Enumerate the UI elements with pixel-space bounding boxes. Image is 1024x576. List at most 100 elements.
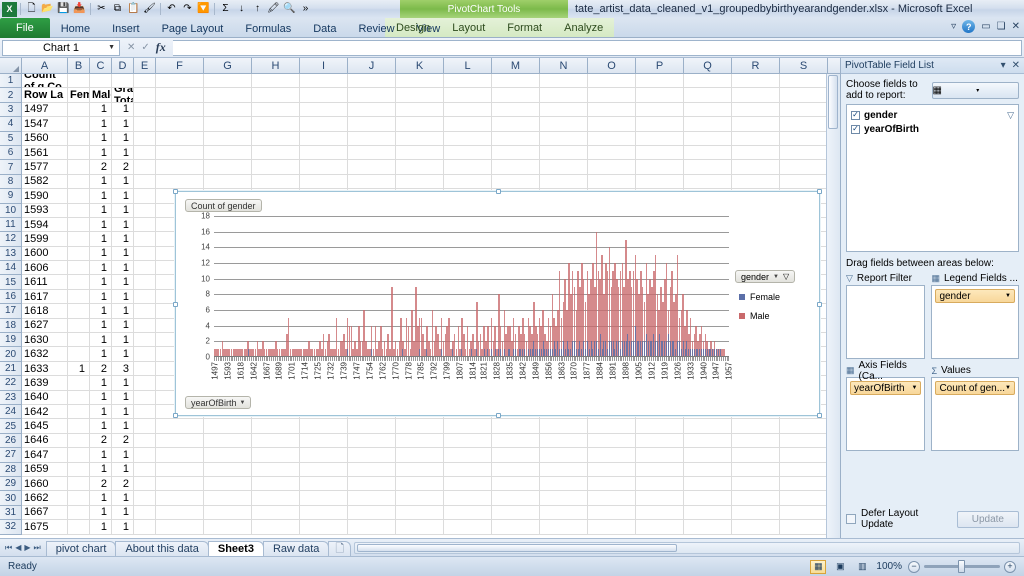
cell-G27[interactable] [204,448,252,463]
cell-C32[interactable]: 1 [90,520,112,535]
cell-P26[interactable] [636,433,684,449]
cell-O31[interactable] [588,505,636,521]
row-header-24[interactable]: 24 [0,404,22,420]
cell-E15[interactable] [134,275,156,290]
cell-J25[interactable] [348,419,396,434]
column-header-C[interactable]: C [90,58,112,73]
cell-R31[interactable] [732,505,780,521]
cell-D19[interactable]: 1 [112,333,134,348]
cell-K7[interactable] [396,160,444,175]
cell-K25[interactable] [396,419,444,434]
cell-E16[interactable] [134,289,156,305]
field-chip[interactable]: yearOfBirth ▼ [850,381,922,395]
cell-C15[interactable]: 1 [90,275,112,290]
resize-handle-top[interactable] [495,189,501,194]
cell-D21[interactable]: 3 [112,361,134,377]
column-header-S[interactable]: S [780,58,828,73]
cell-L27[interactable] [444,448,492,463]
cell-A19[interactable]: 1630 [22,333,68,348]
cell-M28[interactable] [492,462,540,477]
cell-I27[interactable] [300,448,348,463]
area-dropzone[interactable]: gender ▼ [931,285,1019,359]
row-header-8[interactable]: 8 [0,174,22,190]
cell-N30[interactable] [540,491,588,506]
cell-C8[interactable]: 1 [90,174,112,190]
cell-Q7[interactable] [684,160,732,175]
cell-D4[interactable]: 1 [112,117,134,132]
chevron-down-icon[interactable]: ▼ [1005,293,1011,299]
cell-F4[interactable] [156,117,204,132]
resize-handle-top-right[interactable] [817,189,822,194]
tab-format[interactable]: Format [496,18,553,37]
cell-J6[interactable] [348,145,396,161]
cell-I32[interactable] [300,520,348,535]
cell-L28[interactable] [444,462,492,477]
cell-K6[interactable] [396,145,444,161]
cell-Q4[interactable] [684,117,732,132]
cell-J27[interactable] [348,448,396,463]
cell-O30[interactable] [588,491,636,506]
cell-N31[interactable] [540,505,588,521]
cell-C6[interactable]: 1 [90,145,112,161]
cell-B2[interactable]: Fem [68,88,90,103]
cell-N6[interactable] [540,145,588,161]
legend-item[interactable]: Male [735,311,813,321]
cell-O3[interactable] [588,102,636,118]
cell-A2[interactable]: Row La [22,88,68,103]
cell-E29[interactable] [134,476,156,492]
minimize-ribbon-icon[interactable]: ▭ [981,21,990,32]
table-row[interactable]: 1660 2 2 [22,476,840,492]
table-row[interactable]: 1667 1 1 [22,505,840,521]
cell-E20[interactable] [134,347,156,362]
cell-N26[interactable] [540,433,588,449]
cell-Q6[interactable] [684,145,732,161]
more-icon[interactable]: » [298,2,313,17]
cell-E30[interactable] [134,491,156,506]
cell-R2[interactable] [732,88,780,103]
row-header-12[interactable]: 12 [0,232,22,247]
last-sheet-icon[interactable]: ⏭ [34,543,41,553]
cell-D32[interactable]: 1 [112,520,134,535]
cell-C10[interactable]: 1 [90,203,112,218]
horizontal-scroll-thumb[interactable] [357,543,678,552]
sheet-nav-buttons[interactable]: ⏮ ◀ ▶ ⏭ [0,543,46,553]
cell-C19[interactable]: 1 [90,333,112,348]
cell-H31[interactable] [252,505,300,521]
cell-E5[interactable] [134,131,156,146]
cell-R6[interactable] [732,145,780,161]
row-header-27[interactable]: 27 [0,448,22,463]
cell-E23[interactable] [134,390,156,405]
cell-M26[interactable] [492,433,540,449]
field-item-yearOfBirth[interactable]: ✓ yearOfBirth [851,122,1014,136]
cell-O28[interactable] [588,462,636,477]
cell-L3[interactable] [444,102,492,118]
cell-I6[interactable] [300,145,348,161]
cell-L5[interactable] [444,131,492,146]
cell-D14[interactable]: 1 [112,261,134,276]
cell-B20[interactable] [68,347,90,362]
cell-B15[interactable] [68,275,90,290]
cell-C17[interactable]: 1 [90,304,112,319]
cell-N27[interactable] [540,448,588,463]
cell-S26[interactable] [780,433,828,449]
cell-B17[interactable] [68,304,90,319]
row-header-5[interactable]: 5 [0,131,22,146]
first-sheet-icon[interactable]: ⏮ [5,543,12,553]
cell-H1[interactable] [252,74,300,89]
cell-E24[interactable] [134,404,156,420]
cell-K2[interactable] [396,88,444,103]
cell-C16[interactable]: 1 [90,289,112,305]
cell-N28[interactable] [540,462,588,477]
cell-I4[interactable] [300,117,348,132]
row-header-15[interactable]: 15 [0,275,22,290]
cell-E14[interactable] [134,261,156,276]
cell-C20[interactable]: 1 [90,347,112,362]
cell-J31[interactable] [348,505,396,521]
cell-R8[interactable] [732,174,780,190]
cell-E1[interactable] [134,74,156,89]
cell-R1[interactable] [732,74,780,89]
cell-K8[interactable] [396,174,444,190]
cell-R32[interactable] [732,520,780,535]
table-row[interactable]: Row LaFemMaleGrand Total [22,88,840,103]
cell-E22[interactable] [134,376,156,391]
